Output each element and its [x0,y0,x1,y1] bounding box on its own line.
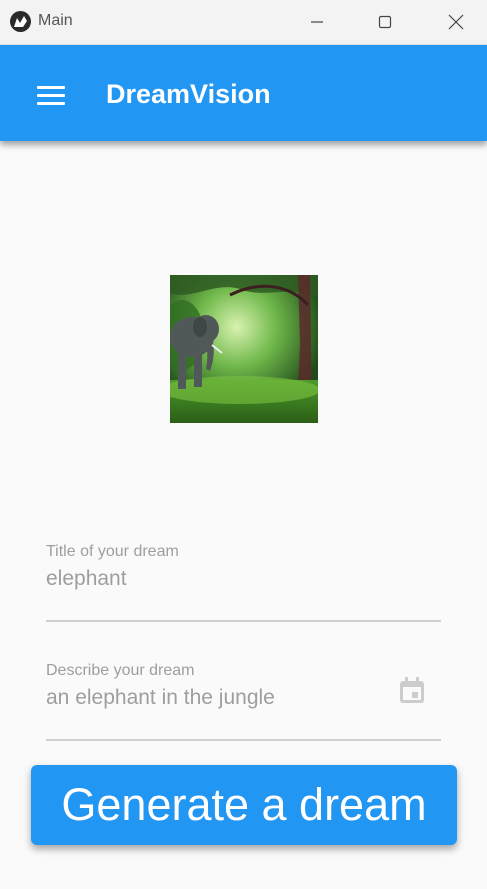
close-button[interactable] [433,0,479,44]
window-titlebar[interactable]: Main [0,0,487,45]
dream-title-underline [46,620,441,622]
close-icon [448,14,464,30]
kivy-logo-icon [10,11,31,32]
dream-image [170,275,318,423]
dream-description-field[interactable]: Describe your dream an elephant in the j… [46,662,441,744]
app-bar: DreamVision [0,45,487,141]
minimize-button[interactable] [294,0,340,44]
dream-description-label: Describe your dream [46,662,195,679]
dream-description-underline [46,739,441,741]
dream-title-input[interactable]: elephant [46,567,127,591]
generate-dream-button[interactable]: Generate a dream [31,765,457,845]
app-title: DreamVision [106,79,271,109]
calendar-icon[interactable] [397,676,427,706]
dream-description-input[interactable]: an elephant in the jungle [46,686,275,710]
maximize-icon [378,15,392,29]
window-title: Main [38,12,73,29]
dream-title-label: Title of your dream [46,543,179,560]
maximize-button[interactable] [362,0,408,44]
dream-title-field[interactable]: Title of your dream elephant [46,543,441,625]
minimize-icon [311,21,323,23]
hamburger-menu-icon[interactable] [37,86,65,106]
app-window: Main DreamVision Title of your dream ele… [0,0,487,889]
